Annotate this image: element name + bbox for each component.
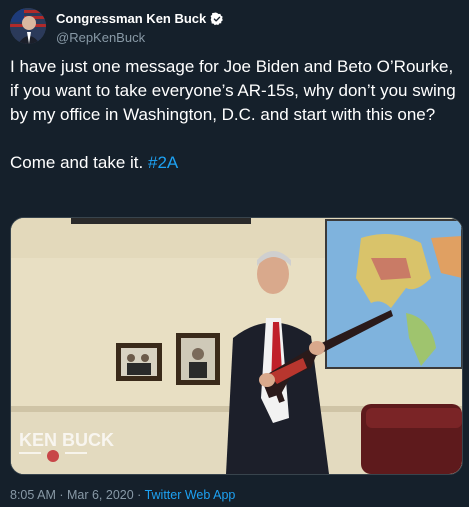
timestamp[interactable]: 8:05 AM · Mar 6, 2020 · — [10, 488, 145, 502]
tweet-paragraph-1: I have just one message for Joe Biden an… — [10, 57, 456, 124]
framed-photo-left — [116, 343, 162, 381]
video-media[interactable]: KEN BUCK — [10, 217, 463, 475]
hashtag-link[interactable]: #2A — [148, 153, 178, 172]
tweet-paragraph-2: Come and take it. #2A — [10, 151, 460, 175]
framed-photo-right — [176, 333, 220, 385]
verified-badge-icon — [210, 11, 224, 26]
avatar[interactable] — [10, 8, 46, 44]
tweet-header: Congressman Ken Buck @RepKenBuck — [10, 8, 459, 48]
display-name[interactable]: Congressman Ken Buck — [56, 11, 224, 26]
leather-chair — [361, 404, 462, 474]
watermark-text: KEN BUCK — [19, 430, 114, 450]
source-app-link[interactable]: Twitter Web App — [145, 488, 236, 502]
tweet-text: I have just one message for Joe Biden an… — [10, 55, 460, 175]
user-handle[interactable]: @RepKenBuck — [56, 30, 224, 45]
video-frame: KEN BUCK — [11, 218, 462, 474]
tweet-line-come-and-take-it: Come and take it. — [10, 153, 144, 172]
wall-map — [325, 219, 462, 369]
tweet-footer: 8:05 AM · Mar 6, 2020 · Twitter Web App — [10, 488, 235, 502]
display-name-text: Congressman Ken Buck — [56, 11, 207, 26]
